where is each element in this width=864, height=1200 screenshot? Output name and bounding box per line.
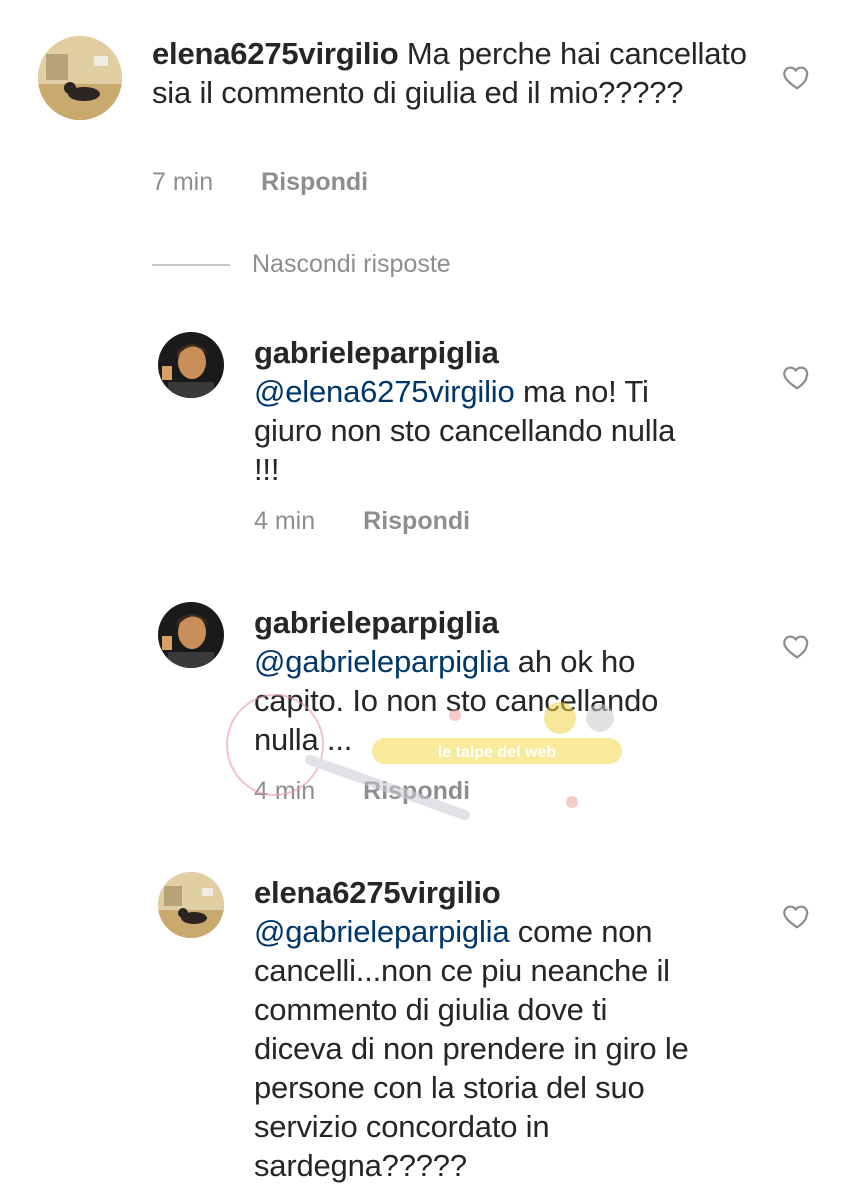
comment-username[interactable]: elena6275virgilio [254, 873, 704, 912]
reply-button[interactable]: Rispondi [363, 507, 470, 536]
reply-button[interactable]: Rispondi [261, 168, 368, 197]
mention-link[interactable]: @elena6275virgilio [254, 374, 515, 409]
comment-text: elena6275virgilio @gabrieleparpiglia com… [254, 873, 704, 1185]
comment-time: 4 min [254, 507, 316, 535]
comment-text: elena6275virgilio Ma perche hai cancella… [152, 34, 762, 112]
comment-username[interactable]: gabrieleparpiglia [254, 333, 694, 372]
comment-body: come non cancelli...non ce piu neanche i… [254, 914, 689, 1183]
comment-time: 4 min [254, 777, 316, 805]
comment-text: gabrieleparpiglia @elena6275virgilio ma … [254, 333, 694, 489]
avatar[interactable] [158, 332, 224, 398]
comment-meta: 7 min Rispondi [152, 168, 368, 197]
hide-replies-toggle[interactable]: Nascondi risposte [152, 250, 451, 279]
divider-line [152, 263, 230, 266]
mention-link[interactable]: @gabrieleparpiglia [254, 914, 510, 949]
hide-replies-label: Nascondi risposte [252, 250, 451, 278]
like-heart-icon[interactable] [782, 631, 812, 661]
avatar-dog-image [38, 36, 122, 120]
like-heart-icon[interactable] [782, 901, 812, 931]
avatar-man-image [158, 332, 224, 398]
mention-link[interactable]: @gabrieleparpiglia [254, 644, 510, 679]
avatar-dog-image [158, 872, 224, 938]
comment-username[interactable]: elena6275virgilio [152, 36, 399, 71]
like-heart-icon[interactable] [782, 362, 812, 392]
like-heart-icon[interactable] [782, 62, 812, 92]
comment-meta: 4 min Rispondi [254, 777, 470, 806]
reply-button[interactable]: Rispondi [363, 777, 470, 806]
comment-text: gabrieleparpiglia @gabrieleparpiglia ah … [254, 603, 724, 759]
avatar-man-image [158, 602, 224, 668]
comment-username[interactable]: gabrieleparpiglia [254, 603, 724, 642]
avatar[interactable] [38, 36, 122, 120]
comment-time: 7 min [152, 168, 214, 196]
avatar[interactable] [158, 602, 224, 668]
avatar[interactable] [158, 872, 224, 938]
comment-meta: 4 min Rispondi [254, 507, 470, 536]
